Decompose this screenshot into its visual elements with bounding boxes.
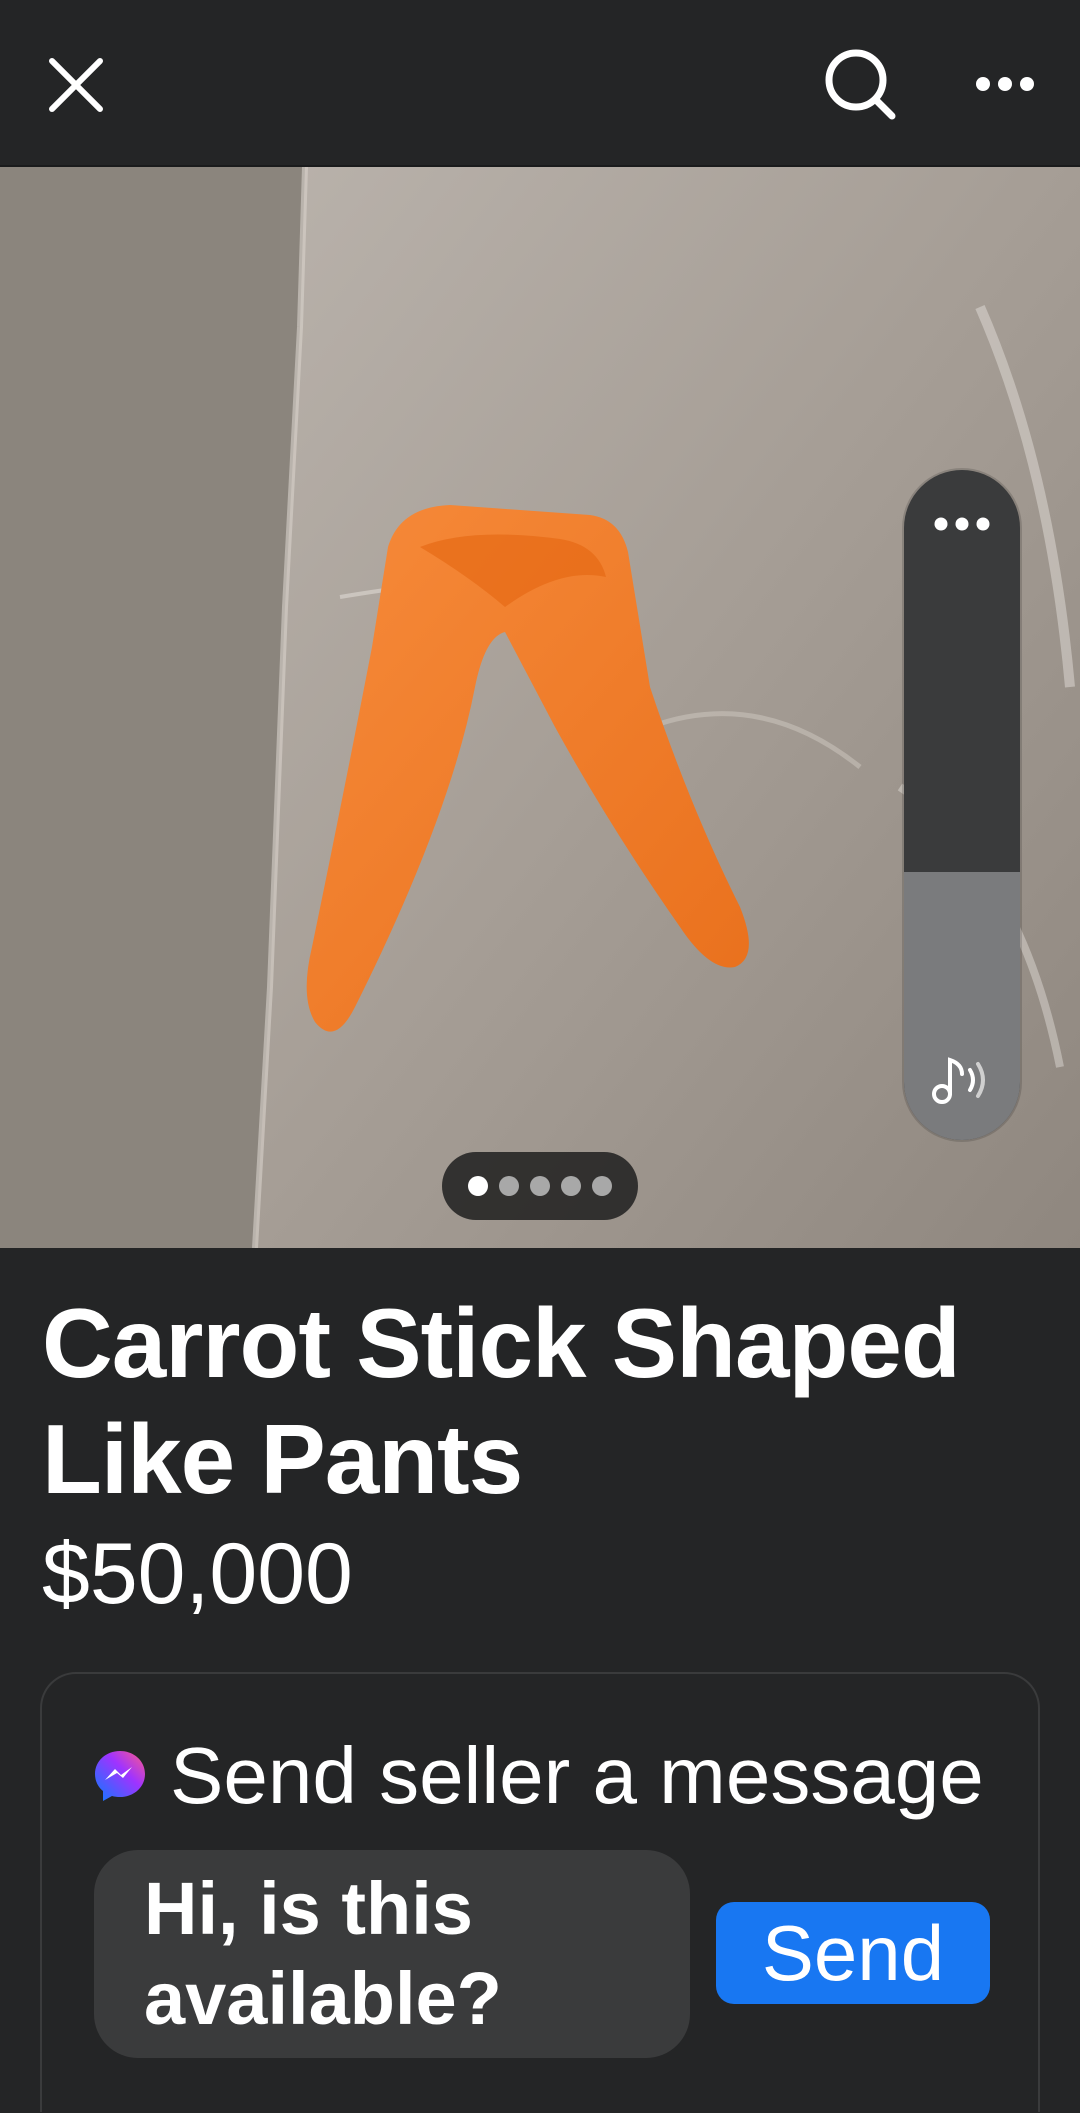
more-horizontal-icon xyxy=(934,517,990,531)
page-dot[interactable] xyxy=(530,1176,550,1196)
page-dot[interactable] xyxy=(499,1176,519,1196)
photo-page-indicator xyxy=(442,1152,638,1220)
volume-options-button[interactable] xyxy=(904,494,1020,554)
volume-slider[interactable] xyxy=(904,470,1020,1140)
listing-price: $50,000 xyxy=(42,1526,353,1622)
messenger-icon xyxy=(95,1751,145,1801)
page-dot[interactable] xyxy=(468,1176,488,1196)
listing-title: Carrot Stick Shaped Like Pants xyxy=(42,1288,961,1514)
message-header-label: Send seller a message xyxy=(170,1731,984,1820)
close-button[interactable] xyxy=(36,45,116,125)
message-seller-card: Send seller a message Hi, is this availa… xyxy=(40,1672,1040,2112)
send-button[interactable]: Send xyxy=(716,1902,990,2004)
search-button[interactable] xyxy=(820,44,900,124)
message-input[interactable]: Hi, is this available? xyxy=(94,1850,690,2058)
more-horizontal-icon xyxy=(976,77,1034,91)
search-icon xyxy=(825,49,896,120)
music-note-volume-icon xyxy=(932,1057,985,1104)
message-header: Send seller a message xyxy=(92,1728,984,1824)
top-bar xyxy=(0,0,1080,167)
more-options-button[interactable] xyxy=(960,44,1050,124)
volume-mode-button[interactable] xyxy=(904,1040,1020,1120)
page-dot[interactable] xyxy=(561,1176,581,1196)
close-icon xyxy=(49,58,103,112)
page-dot[interactable] xyxy=(592,1176,612,1196)
